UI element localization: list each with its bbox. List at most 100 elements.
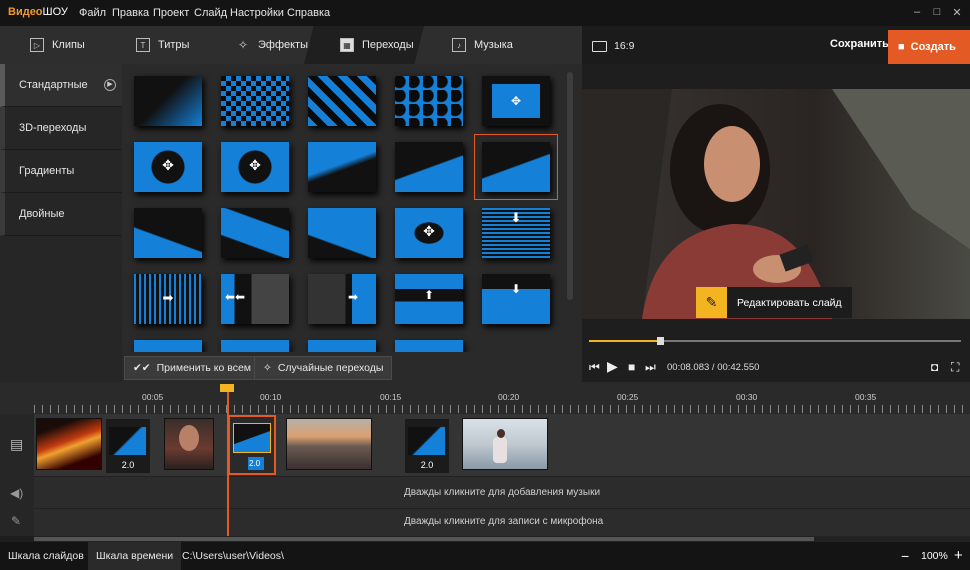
category-gradients[interactable]: Градиенты [0, 150, 122, 193]
transition-thumb [109, 427, 146, 455]
skip-back-icon[interactable]: ⏮ [589, 360, 600, 375]
close-icon[interactable]: ✕ [950, 6, 964, 19]
category-label: 3D-переходы [19, 122, 87, 134]
menu-slide[interactable]: Слайд [194, 7, 227, 19]
transition-thumb[interactable]: ➡ [308, 274, 376, 324]
save-button[interactable]: Сохранить [830, 38, 889, 50]
menu-project[interactable]: Проект [153, 7, 189, 19]
pencil-icon: ✎ [696, 287, 727, 318]
transition-thumb[interactable]: ⬆ [395, 274, 463, 324]
transition-thumb[interactable]: ⬇ [482, 208, 550, 258]
skip-forward-icon[interactable]: ⏭ [645, 360, 656, 375]
transition-thumb[interactable]: ✥ [482, 76, 550, 126]
transitions-grid: ✥ ✥ ✥ ✥ ⬇ ➡ ⬅⬅ ➡ ⬆ ⬇ [122, 64, 582, 352]
video-preview[interactable] [582, 89, 970, 319]
transition-thumb[interactable] [395, 340, 463, 352]
microphone-icon: ✎ [11, 514, 22, 528]
transition-thumb[interactable] [134, 208, 202, 258]
timecode: 00:08.083 / 00:42.550 [667, 362, 759, 373]
zoom-out-button[interactable]: − [901, 548, 909, 564]
random-transitions-button[interactable]: ✧ Случайные переходы [254, 356, 393, 380]
transition-thumb[interactable] [221, 340, 289, 352]
playhead-handle[interactable] [220, 384, 234, 392]
project-path: C:\Users\user\Videos\ [174, 542, 292, 570]
time-separator: / [709, 362, 718, 373]
music-icon: ♪ [452, 38, 466, 52]
playback-progress-fill [589, 340, 660, 342]
transition-thumb[interactable] [395, 142, 463, 192]
zoom-in-button[interactable]: + [954, 547, 963, 564]
transition-thumb[interactable] [221, 208, 289, 258]
tab-slide-scale[interactable]: Шкала слайдов [0, 542, 92, 570]
clapper-icon: ▦ [340, 38, 354, 52]
category-3d[interactable]: 3D-переходы [0, 107, 122, 150]
transition-thumb[interactable]: ✥ [134, 142, 202, 192]
minimize-icon[interactable]: – [910, 6, 924, 18]
category-label: Двойные [19, 208, 65, 220]
menu-edit[interactable]: Правка [112, 7, 149, 19]
timeline-scroll-thumb[interactable] [34, 537, 814, 541]
tab-effects[interactable]: ✧ Эффекты [236, 26, 308, 64]
tab-music[interactable]: ♪ Музыка [452, 26, 513, 64]
stop-icon[interactable]: ■ [628, 360, 635, 374]
apply-all-label: Применить ко всем [156, 362, 252, 374]
ruler-tick-label: 00:30 [736, 392, 758, 402]
edit-slide-button[interactable]: ✎ Редактировать слайд [696, 287, 852, 318]
transition-thumb[interactable] [308, 76, 376, 126]
slide-clip[interactable] [164, 418, 214, 470]
random-transitions-label: Случайные переходы [277, 362, 384, 374]
video-frame-image [582, 89, 970, 319]
category-standard[interactable]: Стандартные ▶ [0, 64, 122, 107]
ruler-tick-label: 00:05 [142, 392, 164, 402]
ruler-tick-label: 00:35 [855, 392, 877, 402]
tab-clips[interactable]: ▷ Клипы [30, 26, 85, 64]
category-double[interactable]: Двойные [0, 193, 122, 236]
slide-clip[interactable] [286, 418, 372, 470]
aspect-ratio-label: 16:9 [614, 40, 635, 52]
aspect-ratio-button[interactable]: 16:9 [592, 40, 634, 52]
tab-titles[interactable]: T Титры [136, 26, 189, 64]
film-icon: ▷ [30, 38, 44, 52]
app-logo: ВидеоШОУ [8, 6, 68, 18]
snapshot-icon[interactable]: ◘ [931, 360, 938, 374]
tab-slide-scale-label: Шкала слайдов [8, 550, 84, 562]
play-icon[interactable]: ▶ [607, 358, 618, 375]
transition-thumb[interactable]: ➡ [134, 274, 202, 324]
maximize-icon[interactable]: □ [930, 6, 944, 18]
transition-thumb[interactable] [395, 76, 463, 126]
create-button[interactable]: ■ Создать [888, 30, 970, 64]
transition-thumb[interactable] [134, 340, 202, 352]
playhead-line[interactable] [227, 384, 229, 536]
transition-thumb[interactable]: ✥ [221, 142, 289, 192]
slide-clip[interactable] [36, 418, 102, 470]
apply-all-button[interactable]: ✔✔ Применить ко всем [124, 356, 261, 380]
transition-thumb[interactable] [308, 340, 376, 352]
transition-thumb[interactable] [308, 208, 376, 258]
transition-thumb[interactable] [221, 76, 289, 126]
tab-transitions[interactable]: ▦ Переходы [340, 26, 414, 64]
mic-track-hint: Дважды кликните для записи с микрофона [404, 516, 604, 527]
transition-thumb[interactable] [134, 76, 202, 126]
tab-time-scale[interactable]: Шкала времени [88, 542, 182, 570]
menu-file[interactable]: Файл [79, 7, 106, 19]
transition-thumb[interactable]: ⬇ [482, 274, 550, 324]
playback-progress-handle[interactable] [656, 337, 664, 345]
transition-thumb[interactable]: ⬅⬅ [221, 274, 289, 324]
transition-thumb[interactable]: ✥ [395, 208, 463, 258]
slide-clip[interactable] [462, 418, 548, 470]
transition-thumb-selected[interactable] [474, 134, 558, 200]
tab-clips-label: Клипы [52, 39, 85, 51]
selected-transition-duration[interactable]: 2.0 [248, 458, 261, 469]
transition-thumb[interactable] [308, 142, 376, 192]
transition-thumb [408, 427, 445, 455]
tab-time-scale-label: Шкала времени [96, 550, 174, 562]
grid-scrollbar[interactable] [567, 72, 573, 300]
category-label: Градиенты [19, 165, 75, 177]
create-label: Создать [910, 41, 956, 53]
tab-titles-label: Титры [158, 39, 190, 51]
fullscreen-icon[interactable]: ⛶ [951, 360, 959, 375]
menu-help[interactable]: Справка [287, 7, 330, 19]
transition-slot[interactable]: 2.0 [106, 419, 150, 473]
transition-slot[interactable]: 2.0 [405, 419, 449, 473]
menu-settings[interactable]: Настройки [230, 7, 284, 19]
